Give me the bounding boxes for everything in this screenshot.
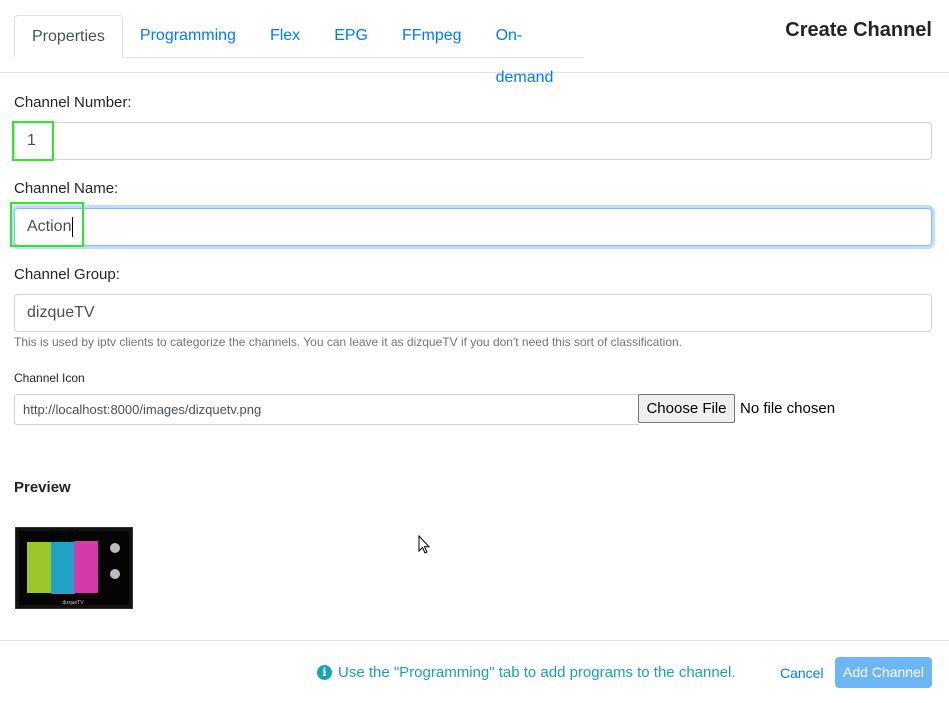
tv-bar-pink [74, 541, 98, 593]
footer-note: i Use the "Programming" tab to add progr… [317, 664, 736, 681]
tv-knob-top [110, 543, 120, 553]
mouse-cursor-icon [418, 535, 431, 554]
channel-group-help: This is used by iptv clients to categori… [14, 335, 682, 349]
channel-group-label: Channel Group: [14, 266, 120, 283]
tab-epg[interactable]: EPG [317, 15, 385, 56]
tv-knob-bottom [110, 569, 120, 579]
text-caret [72, 217, 73, 237]
channel-number-input[interactable]: 1 [14, 122, 932, 160]
add-channel-button[interactable]: Add Channel [835, 657, 932, 688]
choose-file-button[interactable]: Choose File [638, 394, 735, 423]
tv-bar-blue [51, 542, 75, 594]
tv-icon: dizqueTV [14, 526, 134, 610]
tab-flex[interactable]: Flex [253, 15, 317, 56]
channel-number-label: Channel Number: [14, 94, 132, 111]
tv-caption: dizqueTV [62, 600, 84, 606]
footer-note-text: Use the "Programming" tab to add program… [338, 664, 736, 681]
tab-bar: Properties Programming Flex EPG FFmpeg O… [14, 15, 584, 86]
tab-ffmpeg[interactable]: FFmpeg [385, 15, 479, 56]
preview-heading: Preview [14, 479, 71, 496]
info-icon: i [317, 665, 332, 680]
modal-title: Create Channel [785, 19, 932, 41]
cancel-button[interactable]: Cancel [780, 665, 824, 681]
tab-on-demand[interactable]: On-demand [479, 15, 584, 86]
tab-properties[interactable]: Properties [14, 15, 123, 58]
channel-group-input[interactable]: dizqueTV [14, 294, 932, 332]
file-status-text: No file chosen [740, 400, 836, 417]
tv-bar-green [27, 542, 51, 593]
channel-icon-url-input[interactable]: http://localhost:8000/images/dizquetv.pn… [14, 394, 639, 425]
channel-icon-preview: dizqueTV [14, 526, 134, 610]
modal-header: Properties Programming Flex EPG FFmpeg O… [0, 0, 949, 86]
tab-programming[interactable]: Programming [123, 15, 253, 56]
channel-icon-label: Channel Icon [14, 371, 85, 385]
channel-name-label: Channel Name: [14, 180, 119, 197]
channel-name-input[interactable]: Action [14, 208, 932, 246]
